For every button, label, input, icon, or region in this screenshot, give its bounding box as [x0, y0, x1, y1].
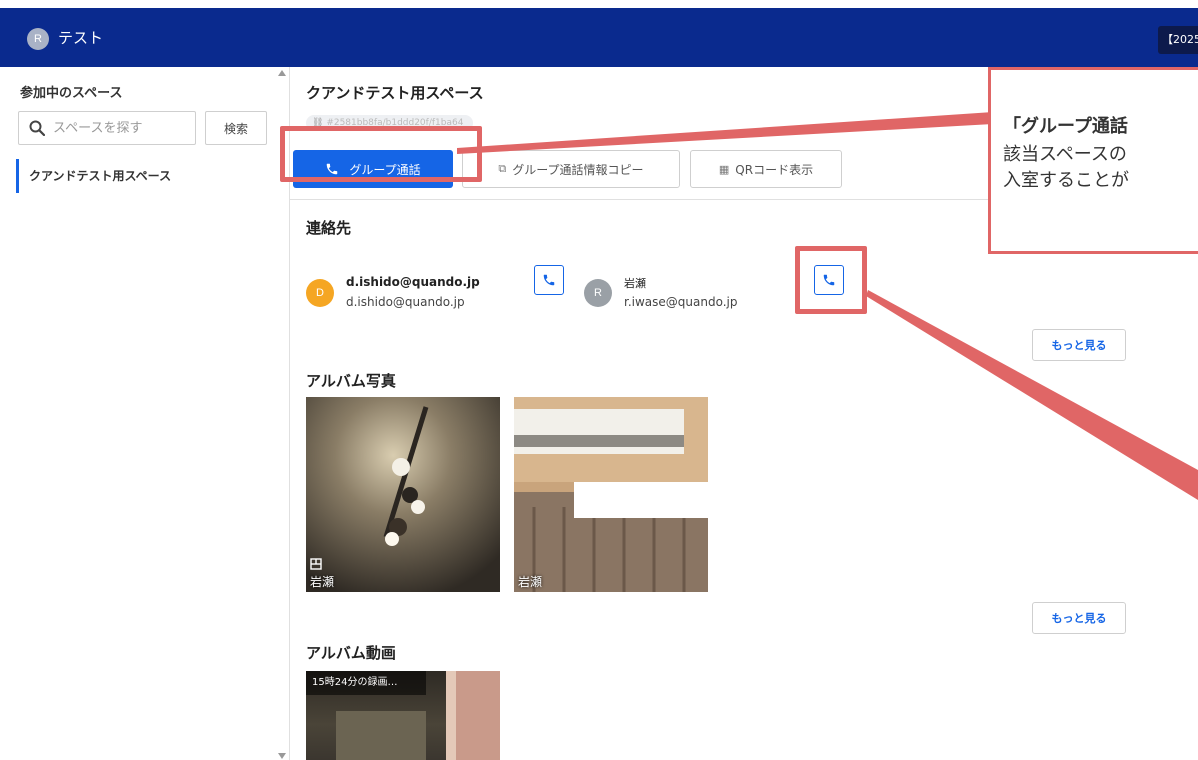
qr-code-button[interactable]: ▦ QRコード表示	[690, 150, 842, 188]
highlight-group-call	[280, 126, 482, 182]
highlight-call-button	[795, 246, 867, 314]
video-caption: 15時24分の録画…	[306, 671, 426, 695]
qr-code-label: QRコード表示	[735, 162, 814, 177]
callout-line-1: 「グループ通話	[1003, 116, 1128, 137]
search-icon	[29, 120, 45, 136]
header-badge[interactable]: 【2025.1	[1158, 26, 1198, 54]
contacts-more-button[interactable]: もっと見る	[1032, 329, 1126, 361]
contact-avatar: R	[584, 279, 612, 307]
album-photo[interactable]: 岩瀬	[514, 397, 708, 592]
space-search-box[interactable]	[18, 111, 196, 145]
space-title: クアンドテスト用スペース	[306, 84, 484, 102]
callout-line-3: 入室することが	[1003, 170, 1129, 191]
photos-more-button[interactable]: もっと見る	[1032, 602, 1126, 634]
top-bar: R テスト 【2025.1	[0, 0, 1198, 67]
copy-call-info-label: グループ通話情報コピー	[512, 162, 644, 177]
album-icon	[310, 558, 322, 570]
contact-name: d.ishido@quando.jp	[346, 275, 480, 289]
album-photo[interactable]: 岩瀬	[306, 397, 500, 592]
sidebar-heading: 参加中のスペース	[20, 86, 123, 101]
sidebar: 参加中のスペース 検索 クアンドテスト用スペース	[0, 67, 290, 760]
contact-name: 岩瀬	[624, 277, 646, 290]
sidebar-item-space[interactable]: クアンドテスト用スペース	[16, 159, 276, 193]
scroll-down-arrow-icon[interactable]	[278, 753, 286, 759]
app-title: テスト	[58, 29, 104, 47]
copy-icon: ⧉	[498, 162, 507, 175]
callout-line-2: 該当スペースの	[1003, 144, 1127, 165]
scroll-up-arrow-icon[interactable]	[278, 70, 286, 76]
qr-code-icon: ▦	[718, 162, 730, 176]
album-photos-title: アルバム写真	[306, 372, 396, 390]
contact-avatar: D	[306, 279, 334, 307]
photo-air-conditioner	[514, 397, 708, 592]
photo-ceiling-light	[306, 397, 500, 592]
app-window: R テスト 【2025.1 参加中のスペース 検索 クアンドテスト用スペース ク…	[0, 0, 1198, 760]
contact-email: d.ishido@quando.jp	[346, 295, 465, 309]
contacts-title: 連絡先	[306, 219, 352, 237]
phone-icon	[543, 274, 555, 286]
search-button[interactable]: 検索	[205, 111, 267, 145]
call-contact-button[interactable]	[534, 265, 564, 295]
contact-email: r.iwase@quando.jp	[624, 295, 738, 309]
contact-item: D d.ishido@quando.jp d.ishido@quando.jp	[306, 275, 526, 315]
photo-caption: 岩瀬	[518, 575, 543, 589]
photo-caption: 岩瀬	[310, 575, 335, 589]
user-avatar[interactable]: R	[27, 28, 49, 50]
contact-item: R 岩瀬 r.iwase@quando.jp	[584, 275, 784, 315]
album-videos-title: アルバム動画	[306, 644, 396, 662]
space-search-input[interactable]	[53, 120, 183, 136]
album-video[interactable]: 15時24分の録画…	[306, 671, 500, 760]
annotation-callout: 「グループ通話 該当スペースの 入室することが	[988, 67, 1198, 254]
copy-call-info-button[interactable]: ⧉ グループ通話情報コピー	[462, 150, 680, 188]
